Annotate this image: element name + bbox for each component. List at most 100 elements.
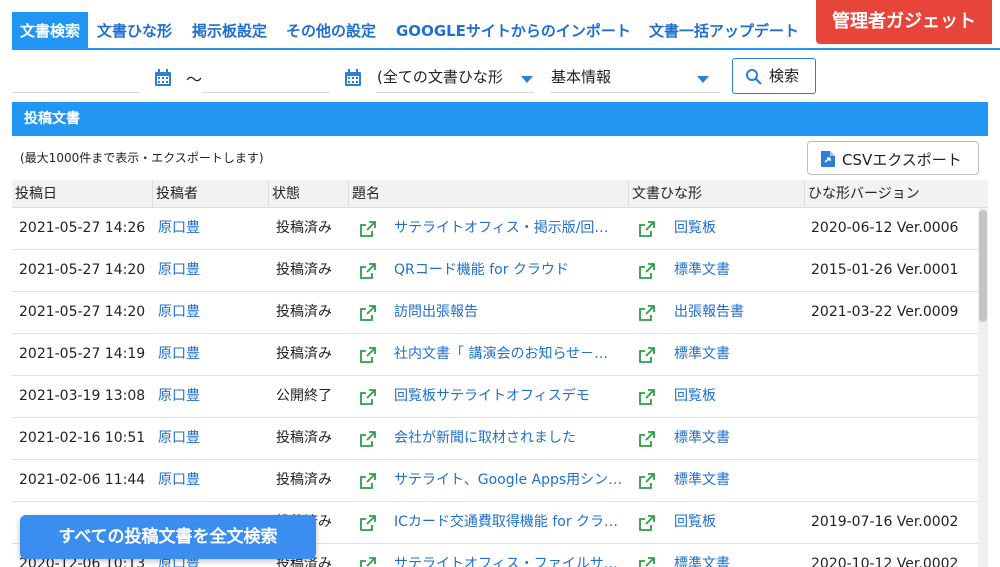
row-template-link[interactable]: 出張報告書 — [674, 292, 794, 333]
open-external-icon[interactable] — [639, 515, 655, 531]
row-title-link[interactable]: サテライトオフィス・ファイルサ… — [394, 544, 626, 567]
tab-bulk-update[interactable]: 文書一括アップデート — [649, 12, 799, 50]
row-template-version — [811, 460, 971, 501]
row-template-link[interactable]: 標準文書 — [674, 460, 794, 501]
table-row[interactable]: 2021-02-16 10:51 原口豊 投稿済み 会社が新聞に取材されました … — [12, 418, 978, 460]
row-date: 2021-03-19 13:08 — [19, 388, 146, 404]
table-row[interactable]: 2021-05-27 14:20 原口豊 投稿済み QRコード機能 for クラ… — [12, 250, 978, 292]
tab-document-search[interactable]: 文書検索 — [12, 12, 89, 50]
open-external-icon[interactable] — [639, 221, 655, 237]
chevron-down-icon[interactable] — [521, 76, 533, 83]
row-date: 2021-05-27 14:19 — [19, 346, 146, 362]
row-author-link[interactable]: 原口豊 — [158, 376, 258, 417]
column-header-template[interactable]: 文書ひな形 — [628, 180, 804, 208]
row-date: 2021-05-27 14:26 — [19, 220, 146, 236]
row-template-version: 2019-07-16 Ver.0002 — [811, 514, 959, 530]
table-row[interactable]: 2021-05-27 14:20 原口豊 投稿済み 訪問出張報告 出張報告書 2… — [12, 292, 978, 334]
scrollbar-thumb[interactable] — [979, 210, 987, 322]
row-template-version — [811, 376, 971, 417]
tab-bulletin-settings[interactable]: 掲示板設定 — [192, 12, 267, 50]
open-external-icon[interactable] — [639, 347, 655, 363]
row-template-link[interactable]: 回覧板 — [674, 376, 794, 417]
column-header-title[interactable]: 題名 — [348, 180, 628, 208]
column-header-template-version[interactable]: ひな形バージョン — [804, 180, 988, 208]
row-template-version: 2020-06-12 Ver.0006 — [811, 220, 959, 236]
csv-export-button[interactable]: CSVエクスポート — [807, 141, 979, 175]
table-row[interactable]: 2021-05-27 14:26 原口豊 投稿済み サテライトオフィス・掲示版/… — [12, 208, 978, 250]
table-row[interactable]: 2021-02-06 11:44 原口豊 投稿済み サテライト、Google A… — [12, 460, 978, 502]
row-template-version: 2021-03-22 Ver.0009 — [811, 304, 959, 320]
row-title-link[interactable]: 訪問出張報告 — [394, 292, 626, 333]
row-status: 投稿済み — [276, 430, 332, 446]
row-title-link[interactable]: ICカード交通費取得機能 for クラ… — [394, 502, 626, 543]
tab-google-sites-import[interactable]: GOOGLEサイトからのインポート — [396, 12, 631, 50]
open-external-icon[interactable] — [639, 263, 655, 279]
row-template-link[interactable]: 標準文書 — [674, 418, 794, 459]
row-author-link[interactable]: 原口豊 — [158, 292, 258, 333]
open-external-icon[interactable] — [639, 557, 655, 567]
row-template-link[interactable]: 回覧板 — [674, 502, 794, 543]
row-template-link[interactable]: 標準文書 — [674, 544, 794, 567]
date-from-field[interactable] — [12, 92, 140, 93]
row-title-link[interactable]: 会社が新聞に取材されました — [394, 418, 626, 459]
row-status: 投稿済み — [276, 220, 332, 236]
row-template-link[interactable]: 標準文書 — [674, 334, 794, 375]
document-table: 2021-05-27 14:26 原口豊 投稿済み サテライトオフィス・掲示版/… — [12, 208, 978, 567]
chevron-down-icon[interactable] — [697, 76, 709, 83]
date-range-separator: 〜 — [186, 70, 203, 89]
table-scrollbar[interactable] — [978, 208, 988, 567]
row-title-link[interactable]: 回覧板サテライトオフィスデモ — [394, 376, 626, 417]
fulltext-search-button[interactable]: すべての投稿文書を全文検索 — [20, 515, 316, 559]
row-title-link[interactable]: サテライトオフィス・掲示版/回… — [394, 208, 626, 249]
open-external-icon[interactable] — [360, 431, 376, 447]
row-template-link[interactable]: 回覧板 — [674, 208, 794, 249]
row-date: 2021-05-27 14:20 — [19, 304, 146, 320]
tab-underline — [12, 48, 1000, 50]
table-row[interactable]: 2021-03-19 13:08 原口豊 公開終了 回覧板サテライトオフィスデモ… — [12, 376, 978, 418]
row-title-link[interactable]: 社内文書「 講演会のお知らせ－… — [394, 334, 626, 375]
row-status: 投稿済み — [276, 304, 332, 320]
export-note: (最大1000件まで表示・エクスポートします) — [20, 151, 264, 165]
category-select[interactable]: 基本情報 — [551, 66, 611, 87]
column-header-author[interactable]: 投稿者 — [152, 180, 268, 208]
row-author-link[interactable]: 原口豊 — [158, 208, 258, 249]
open-external-icon[interactable] — [639, 473, 655, 489]
row-template-link[interactable]: 標準文書 — [674, 250, 794, 291]
open-external-icon[interactable] — [360, 347, 376, 363]
row-author-link[interactable]: 原口豊 — [158, 250, 258, 291]
row-author-link[interactable]: 原口豊 — [158, 460, 258, 501]
tab-other-settings[interactable]: その他の設定 — [286, 12, 376, 50]
tab-document-templates[interactable]: 文書ひな形 — [97, 12, 172, 50]
row-author-link[interactable]: 原口豊 — [158, 418, 258, 459]
open-external-icon[interactable] — [360, 515, 376, 531]
template-select[interactable]: (全ての文書ひな形 — [377, 66, 503, 87]
open-external-icon[interactable] — [639, 431, 655, 447]
open-external-icon[interactable] — [360, 389, 376, 405]
calendar-icon[interactable] — [153, 68, 173, 88]
row-status: 投稿済み — [276, 472, 332, 488]
open-external-icon[interactable] — [360, 263, 376, 279]
table-row[interactable]: 2021-05-27 14:19 原口豊 投稿済み 社内文書「 講演会のお知らせ… — [12, 334, 978, 376]
row-template-version — [811, 334, 971, 375]
search-button-label: 検索 — [769, 67, 800, 85]
admin-gadget-badge: 管理者ガジェット — [816, 0, 992, 44]
open-external-icon[interactable] — [639, 389, 655, 405]
row-title-link[interactable]: サテライト、Google Apps用シン… — [394, 460, 626, 501]
open-external-icon[interactable] — [360, 557, 376, 567]
open-external-icon[interactable] — [360, 305, 376, 321]
column-header-status[interactable]: 状態 — [268, 180, 348, 208]
open-external-icon[interactable] — [639, 305, 655, 321]
search-button[interactable]: 検索 — [732, 58, 816, 94]
open-external-icon[interactable] — [360, 473, 376, 489]
row-template-version: 2020-10-12 Ver.0002 — [811, 556, 959, 567]
calendar-icon[interactable] — [343, 68, 363, 88]
row-template-version: 2015-01-26 Ver.0001 — [811, 262, 959, 278]
filter-bar: 〜 (全ての文書ひな形 基本情報 検索 — [0, 58, 1000, 98]
date-to-field[interactable] — [202, 92, 330, 93]
row-author-link[interactable]: 原口豊 — [158, 334, 258, 375]
open-external-icon[interactable] — [360, 221, 376, 237]
column-header-date[interactable]: 投稿日 — [12, 180, 152, 208]
row-title-link[interactable]: QRコード機能 for クラウド — [394, 250, 626, 291]
csv-export-label: CSVエクスポート — [842, 151, 962, 169]
category-select-underline — [550, 92, 720, 93]
